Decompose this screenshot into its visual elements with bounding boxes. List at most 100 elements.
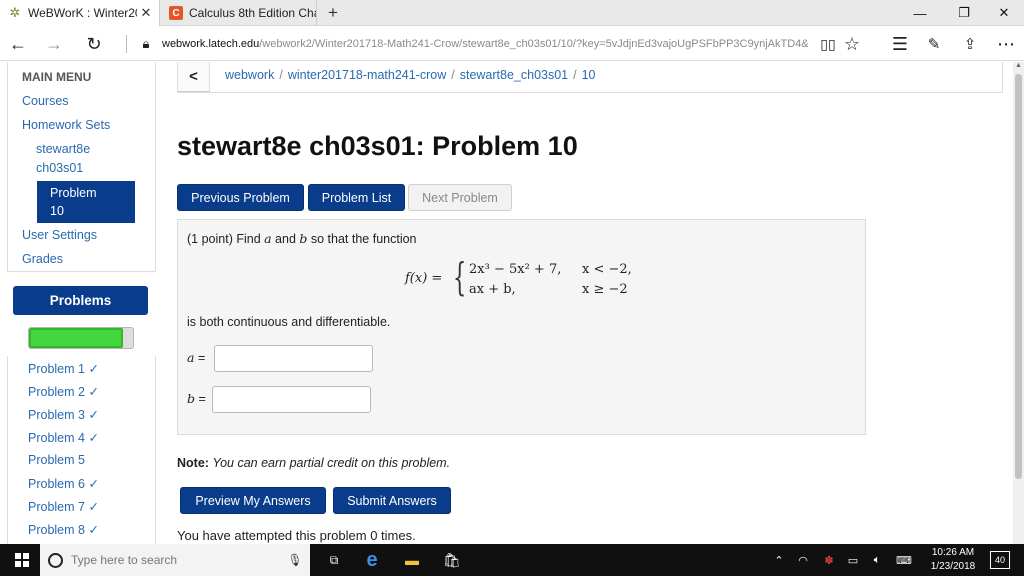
new-tab-button[interactable]: + [322, 0, 344, 26]
menu-grades-link[interactable]: Grades [22, 252, 63, 266]
people-tray-icon[interactable]: ✽ [818, 544, 840, 576]
taskbar-search-box[interactable]: Type here to search 🎙︎ [40, 544, 310, 576]
preview-answers-button[interactable]: Preview My Answers [180, 487, 326, 514]
answer-a-label: a = [187, 350, 205, 365]
breadcrumb-separator: / [451, 68, 455, 82]
scroll-up-icon[interactable]: ▲ [1015, 62, 1022, 69]
problem-list: Problem 1 ✓ Problem 2 ✓ Problem 3 ✓ Prob… [7, 356, 156, 544]
favorite-star-icon[interactable]: ☆ [836, 27, 868, 61]
answer-a-input[interactable] [214, 345, 373, 372]
edge-browser-icon[interactable]: e [354, 544, 390, 576]
problem-link-label: Problem 8 [28, 523, 85, 537]
clock-time: 10:26 AM [931, 547, 975, 558]
breadcrumb-separator: / [279, 68, 283, 82]
microphone-icon[interactable]: 🎙︎ [286, 553, 304, 567]
problem-link[interactable]: Problem 5 [28, 453, 85, 467]
volume-icon[interactable]: 🔈︎ [866, 544, 888, 576]
address-bar[interactable]: webwork.latech.edu/webwork2/Winter201718… [162, 27, 808, 61]
problem-link[interactable]: Problem 4 ✓ [28, 430, 99, 445]
check-mark-icon: ✓ [88, 523, 99, 537]
problem-tail: is both continuous and differentiable. [187, 315, 391, 329]
browser-tab-bar: ✲ WeBWorK : Winter2017 ✕ C Calculus 8th … [0, 0, 1024, 26]
lock-icon[interactable]: 🔒︎ [130, 27, 162, 61]
forward-arrow-icon[interactable]: → [38, 27, 70, 61]
problem-link-label: Problem 2 [28, 385, 85, 399]
breadcrumb-path: webwork / winter201718-math241-crow / stewar… [225, 68, 596, 82]
intro-suffix: so that the function [307, 232, 417, 246]
attempts-text: You have attempted this problem 0 times. [177, 528, 416, 543]
breadcrumb-link-course[interactable]: winter201718-math241-crow [288, 68, 446, 82]
submit-answers-button[interactable]: Submit Answers [333, 487, 451, 514]
problem-link-label: Problem 1 [28, 362, 85, 376]
web-note-icon[interactable]: ✎ [918, 27, 950, 61]
windows-start-icon[interactable] [6, 544, 38, 576]
tab-title: WeBWorK : Winter2017 [28, 6, 137, 20]
scroll-thumb[interactable] [1015, 74, 1022, 479]
breadcrumb-link-problem[interactable]: 10 [582, 68, 596, 82]
menu-active-problem[interactable]: Problem 10 [37, 181, 135, 223]
wifi-icon[interactable]: ◠ [792, 544, 814, 576]
notification-center-icon[interactable]: 40 [990, 551, 1010, 569]
tab-webwork[interactable]: ✲ WeBWorK : Winter2017 ✕ [0, 0, 160, 26]
problem-link[interactable]: Problem 3 ✓ [28, 407, 99, 422]
case1-condition: x < −2, [582, 262, 632, 277]
share-icon[interactable]: ⇪ [954, 27, 986, 61]
breadcrumb-link-webwork[interactable]: webwork [225, 68, 274, 82]
breadcrumb-link-set[interactable]: stewart8e_ch03s01 [460, 68, 568, 82]
check-mark-icon: ✓ [88, 362, 99, 376]
menu-set-link-line1[interactable]: stewart8e [36, 142, 90, 156]
menu-user-settings-link[interactable]: User Settings [22, 228, 97, 242]
file-explorer-icon[interactable]: ▬ [394, 544, 430, 576]
function-lhs-text: f(x) = [405, 271, 443, 286]
answer-b-label: b = [187, 391, 206, 406]
back-arrow-icon[interactable]: ← [2, 27, 34, 61]
tray-expand-icon[interactable]: ⌃ [770, 544, 788, 576]
battery-icon[interactable]: ▭ [842, 544, 864, 576]
browser-nav-bar: ← → ↻ 🔒︎ webwork.latech.edu/webwork2/Win… [0, 27, 1024, 61]
check-mark-icon: ✓ [88, 477, 99, 491]
piecewise-brace: { [453, 255, 467, 299]
tab-calculus[interactable]: C Calculus 8th Edition Chapte [161, 0, 317, 26]
problems-button[interactable]: Problems [13, 286, 148, 315]
problem-link[interactable]: Problem 6 ✓ [28, 476, 99, 491]
breadcrumb: < webwork / winter201718-math241-crow / stew… [177, 62, 1003, 93]
menu-homework-sets-link[interactable]: Homework Sets [22, 118, 110, 132]
hub-icon[interactable]: ☰ [884, 27, 916, 61]
close-window-button[interactable]: ✕ [984, 0, 1024, 26]
keyboard-icon[interactable]: ⌨ [892, 544, 916, 576]
cortana-circle-icon [48, 552, 63, 568]
partial-credit-note: Note: You can earn partial credit on thi… [177, 456, 450, 470]
problem-link[interactable]: Problem 7 ✓ [28, 499, 99, 514]
note-text: You can earn partial credit on this prob… [212, 456, 451, 470]
problem-link-label: Problem 5 [28, 453, 85, 467]
next-problem-button: Next Problem [408, 184, 512, 211]
previous-problem-button[interactable]: Previous Problem [177, 184, 304, 211]
problem-list-button[interactable]: Problem List [308, 184, 405, 211]
refresh-icon[interactable]: ↻ [78, 27, 110, 61]
taskbar-clock[interactable]: 10:26 AM 1/23/2018 [918, 546, 988, 574]
problem-link[interactable]: Problem 1 ✓ [28, 361, 99, 376]
store-icon[interactable]: 🛍︎ [434, 544, 470, 576]
close-tab-icon[interactable]: ✕ [137, 5, 155, 21]
breadcrumb-back-button[interactable]: < [178, 62, 210, 92]
answer-b-input[interactable] [212, 386, 371, 413]
progress-fill [29, 328, 123, 348]
more-menu-icon[interactable]: ⋯ [990, 27, 1022, 61]
menu-courses-link[interactable]: Courses [22, 94, 69, 108]
problem-link[interactable]: Problem 8 ✓ [28, 522, 99, 537]
menu-set-link-line2[interactable]: ch03s01 [36, 161, 83, 175]
url-host: webwork.latech.edu [162, 38, 260, 50]
var-a: a [264, 231, 272, 246]
restore-button[interactable]: ❐ [944, 0, 984, 26]
problem-link-label: Problem 4 [28, 431, 85, 445]
check-mark-icon: ✓ [88, 500, 99, 514]
function-lhs: f(x) = [405, 271, 442, 286]
problem-link-label: Problem 7 [28, 500, 85, 514]
clock-date: 1/23/2018 [930, 561, 976, 572]
menu-active-problem-line2: 10 [50, 204, 64, 218]
minimize-button[interactable]: — [900, 0, 940, 26]
page-scrollbar[interactable]: ▲ [1013, 62, 1024, 544]
task-view-icon[interactable]: ⧉ [316, 544, 352, 576]
check-mark-icon: ✓ [88, 385, 99, 399]
problem-link[interactable]: Problem 2 ✓ [28, 384, 99, 399]
